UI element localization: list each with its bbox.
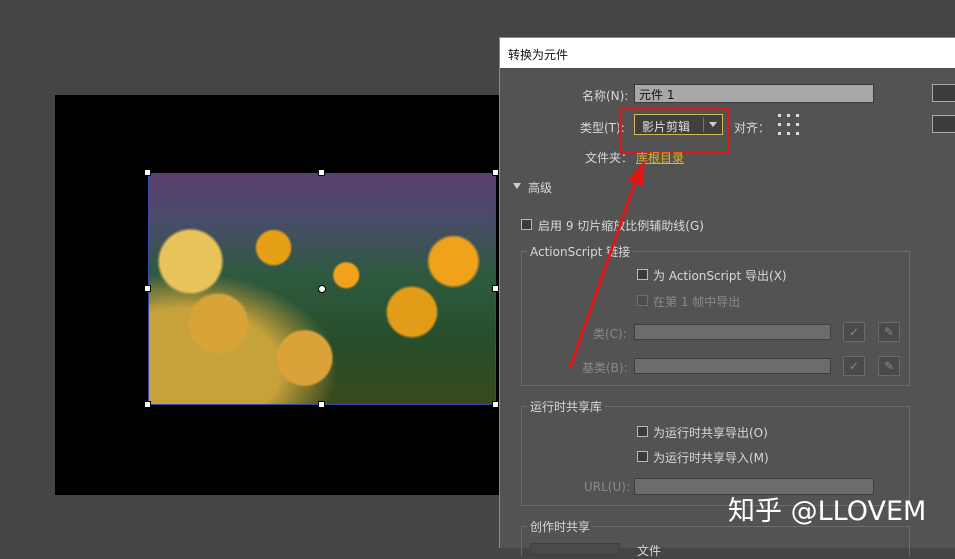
watermark: 知乎 @LLOVEM	[728, 496, 927, 527]
annotation-arrow	[568, 160, 645, 369]
